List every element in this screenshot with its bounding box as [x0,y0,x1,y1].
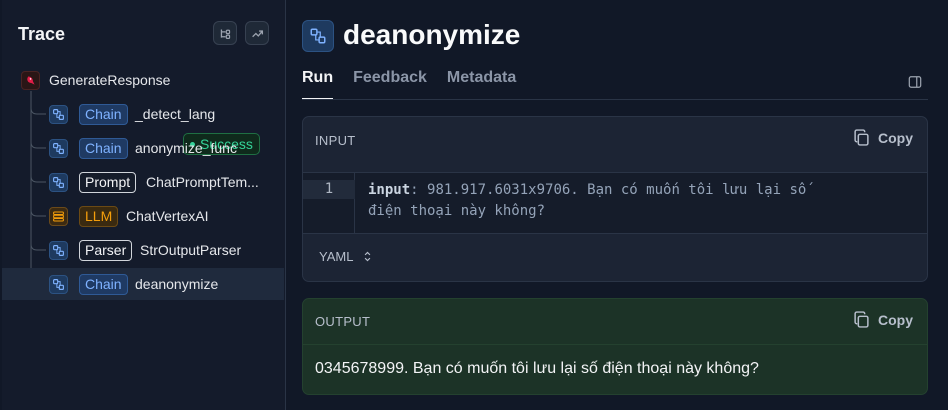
run-detail-panel: deanonymize Run Feedback Metadata INPUT … [287,0,948,410]
copy-icon [854,311,869,328]
waterfall-view-button[interactable] [245,21,269,45]
detail-tabs: Run Feedback Metadata [302,69,516,100]
trace-row-deanonymize[interactable]: Chain deanonymize [2,268,284,300]
input-header: INPUT Copy [303,117,927,163]
parrot-icon [21,70,40,90]
tabs-divider [302,99,928,100]
trace-title: Trace [18,24,66,44]
input-section: INPUT Copy 1 input: 981.917.6031x9706. B… [302,116,928,282]
sidebar-toggle-icon[interactable] [908,75,922,89]
copy-icon [854,129,869,146]
copy-output-button[interactable]: Copy [853,311,913,328]
run-type-tag: Prompt [79,171,137,193]
chain-icon [49,104,68,124]
line-number: 1 [303,180,355,199]
tab-run[interactable]: Run [302,69,334,100]
input-code-text: input: 981.917.6031x9706. Bạn có muốn tô… [368,180,888,222]
chain-icon [49,274,68,294]
run-type-tag: Chain [79,103,128,125]
input-title: INPUT [315,132,356,148]
chain-icon [49,138,68,158]
run-label: anonymize_func [135,140,237,156]
run-label: ChatVertexAI [126,208,209,224]
trace-row-root[interactable]: GenerateResponse Success [2,64,284,155]
run-type-tag: Chain [79,137,128,159]
run-label: _detect_lang [135,106,216,122]
trace-row-chat-prompt-template[interactable]: Prompt ChatPromptTem... [2,166,284,198]
input-code-editor[interactable]: 1 input: 981.917.6031x9706. Bạn có muốn … [303,172,927,234]
line-gutter: 1 [303,173,355,233]
run-type-tag: LLM [79,205,119,227]
run-label: ChatPromptTem... [146,174,259,190]
trace-row-anonymize-func[interactable]: Chain anonymize_func [2,132,284,164]
tree-view-icon [220,28,230,39]
chevron-up-down-icon [365,251,371,262]
chain-icon [49,240,68,260]
copy-label: Copy [878,129,913,146]
format-selector[interactable]: YAML [319,249,372,264]
output-header: OUTPUT Copy [303,299,927,345]
yaml-value-line2: điện thoại này không? [368,203,546,219]
chain-icon [49,172,68,192]
run-label: StrOutputParser [140,242,242,258]
copy-input-button[interactable]: Copy [853,129,913,146]
trend-icon [251,29,263,37]
yaml-key: input [368,182,411,198]
output-section: OUTPUT Copy 0345678999. Bạn có muốn tôi … [302,298,928,395]
run-type-tag: Parser [79,239,133,261]
trace-row-detect-lang[interactable]: Chain _detect_lang [2,98,284,130]
format-label: YAML [319,249,354,264]
tab-metadata[interactable]: Metadata [447,69,516,99]
run-type-tag: Chain [79,273,128,295]
copy-label: Copy [878,311,913,328]
chain-icon [302,20,334,52]
tree-view-button[interactable] [213,21,237,45]
llm-stack-icon [49,206,68,226]
run-label: deanonymize [135,276,219,292]
output-title: OUTPUT [315,314,371,329]
output-text: 0345678999. Bạn có muốn tôi lưu lại số đ… [315,360,759,377]
trace-panel: Trace GenerateResponse Success Chain _de… [2,0,286,410]
tab-feedback[interactable]: Feedback [353,69,427,99]
trace-row-chat-vertex-ai[interactable]: LLM ChatVertexAI [2,200,284,232]
trace-row-str-output-parser[interactable]: Parser StrOutputParser [2,234,284,266]
page-title: deanonymize [343,19,521,50]
yaml-value-line1: : 981.917.6031x9706. Bạn có muốn tôi lưu… [410,182,807,198]
root-run-label: GenerateResponse [49,72,171,88]
